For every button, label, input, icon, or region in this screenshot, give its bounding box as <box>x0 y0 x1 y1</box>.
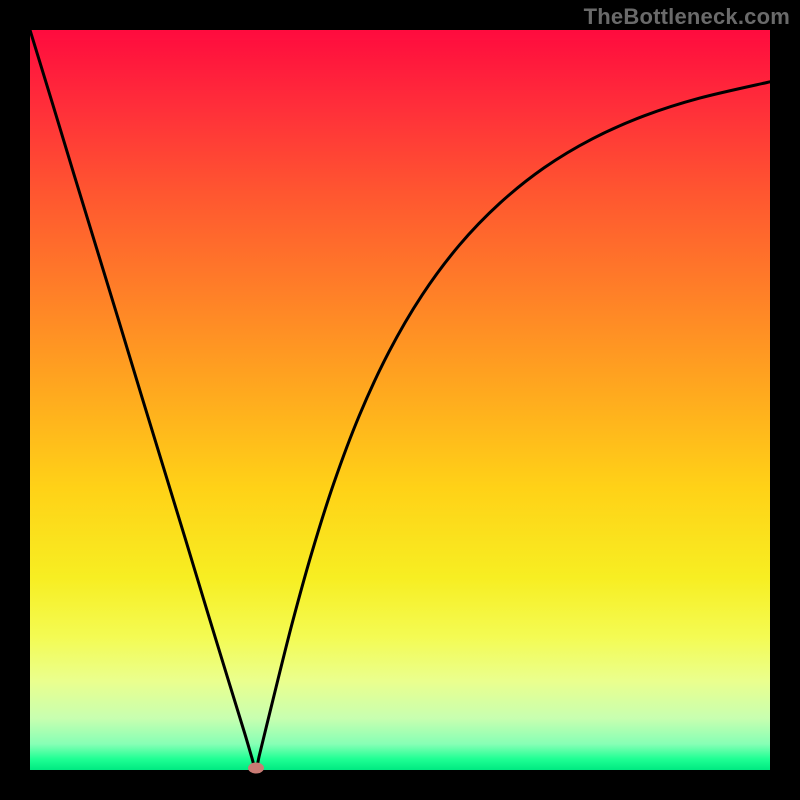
watermark-text: TheBottleneck.com <box>584 4 790 30</box>
curve-path <box>30 30 770 770</box>
curve-svg <box>30 30 770 770</box>
chart-frame: TheBottleneck.com <box>0 0 800 800</box>
bottleneck-marker <box>248 762 264 773</box>
plot-area <box>30 30 770 770</box>
